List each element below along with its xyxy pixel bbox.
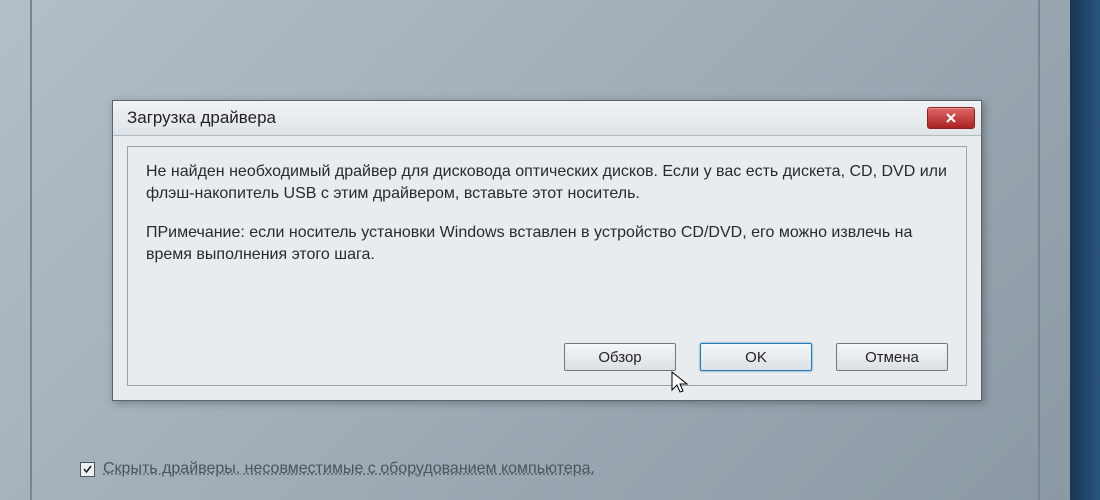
installer-panel: Загрузка драйвера Не найден необходимый … [30,0,1040,500]
close-button[interactable] [927,107,975,129]
close-icon [945,112,957,124]
dialog-message-1: Не найден необходимый драйвер для дисков… [146,161,948,204]
browse-button[interactable]: Обзор [564,343,676,371]
load-driver-dialog: Загрузка драйвера Не найден необходимый … [112,100,982,401]
hide-incompatible-drivers-row[interactable]: Скрыть драйверы, несовместимые с оборудо… [80,460,595,478]
dialog-title: Загрузка драйвера [127,108,276,128]
ok-button[interactable]: OK [700,343,812,371]
dialog-body: Не найден необходимый драйвер для дисков… [127,146,967,386]
screen-right-edge [1070,0,1100,500]
dialog-message-2: ПРимечание: если носитель установки Wind… [146,222,948,265]
checkmark-icon [82,464,93,475]
dialog-titlebar: Загрузка драйвера [113,101,981,136]
cancel-button[interactable]: Отмена [836,343,948,371]
dialog-button-row: Обзор OK Отмена [146,325,948,371]
hide-incompatible-drivers-label: Скрыть драйверы, несовместимые с оборудо… [103,460,595,478]
hide-incompatible-drivers-checkbox[interactable] [80,462,95,477]
